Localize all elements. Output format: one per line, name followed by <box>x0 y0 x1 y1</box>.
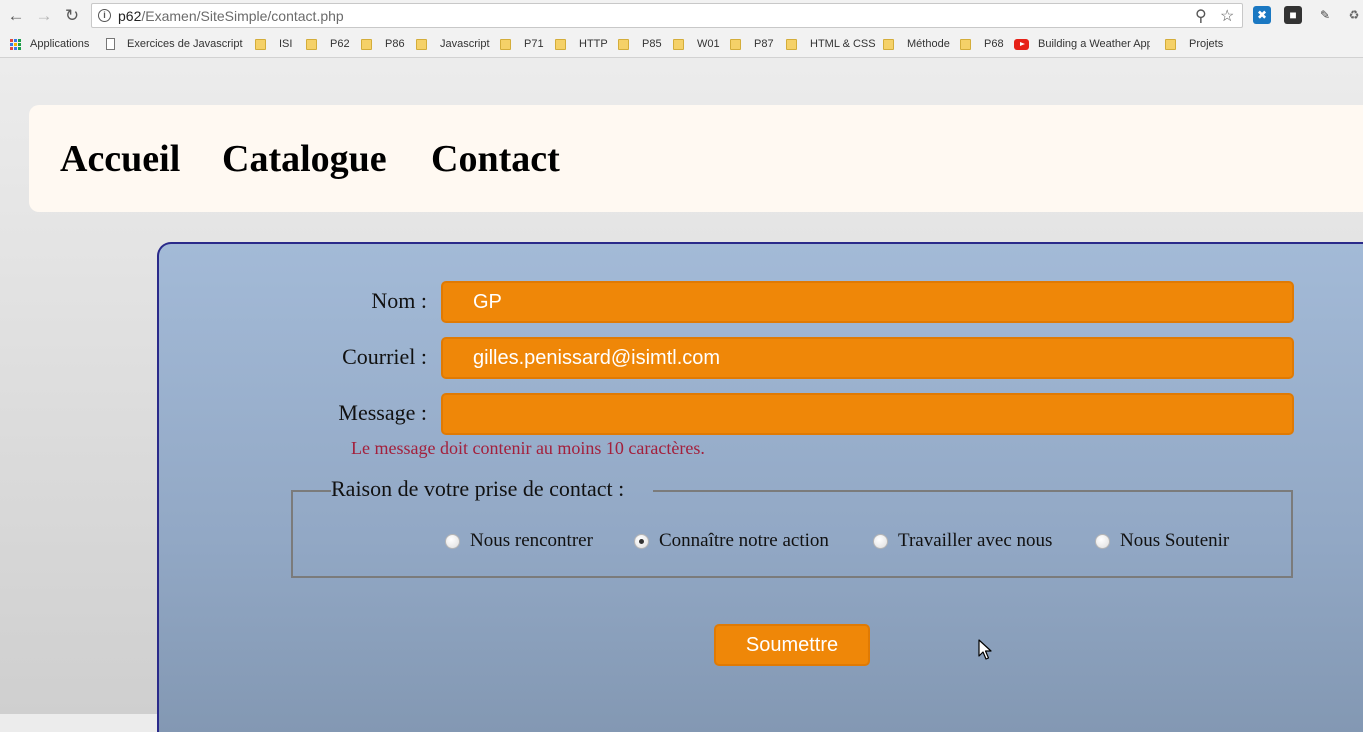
bookmark-label: P62 <box>330 38 350 50</box>
message-error: Le message doit contenir au moins 10 car… <box>351 438 705 458</box>
bookmark-p86[interactable]: P86 <box>361 38 405 50</box>
url-host: p62 <box>118 8 142 24</box>
folder-icon <box>673 38 684 50</box>
folder-icon <box>618 38 629 50</box>
name-input[interactable] <box>441 281 1294 323</box>
name-label-wrap: Nom : <box>329 288 427 318</box>
nav-link-catalogue[interactable]: Catalogue <box>222 139 387 179</box>
bookmark-javascript[interactable]: Javascript <box>416 38 490 50</box>
nav-link-contact[interactable]: Contact <box>431 139 560 179</box>
folder-icon <box>1165 38 1176 50</box>
folder-icon <box>361 38 372 50</box>
bookmark-label: Applications <box>30 38 90 50</box>
zoom-icon[interactable]: ⚲ <box>1195 6 1207 26</box>
back-arrow-icon[interactable]: ← <box>5 5 27 27</box>
recycle-icon[interactable]: ♻ <box>1345 6 1363 24</box>
nav-link-accueil[interactable]: Accueil <box>60 139 180 179</box>
name-label: Nom : <box>371 288 427 313</box>
email-label-wrap: Courriel : <box>329 344 427 374</box>
bookmark-label: HTTP <box>579 38 608 50</box>
url-path: /Examen/SiteSimple/contact.php <box>141 8 344 24</box>
bookmark-label: Projets <box>1189 38 1224 50</box>
contact-form: Nom : Courriel : Message : Le message do… <box>157 242 1363 732</box>
eyedropper-icon[interactable]: ✎ <box>1316 6 1334 24</box>
bookmark-projets[interactable]: Projets <box>1165 38 1223 50</box>
bookmark-isi[interactable]: ISI <box>255 38 292 50</box>
message-label-wrap: Message : <box>329 400 427 430</box>
radio-button[interactable] <box>1095 533 1110 549</box>
mouse-cursor-icon <box>978 639 992 660</box>
folder-icon <box>883 38 894 50</box>
bookmark-label: P87 <box>754 38 774 50</box>
extension-x-icon[interactable]: ✖ <box>1253 6 1271 24</box>
bookmark-p68[interactable]: P68 <box>960 38 1004 50</box>
fieldset-border-left <box>291 490 331 492</box>
bookmark-label: Exercices de Javascript <box>127 38 243 50</box>
bookmark-label: Javascript <box>440 38 490 50</box>
radio-option-travailler[interactable]: Travailler avec nous <box>873 530 1052 552</box>
email-input[interactable] <box>441 337 1294 379</box>
address-bar[interactable]: i p62/Examen/SiteSimple/contact.php ⚲ ☆ <box>91 3 1243 28</box>
url-text[interactable]: p62/Examen/SiteSimple/contact.php <box>118 8 344 24</box>
radio-label: Nous rencontrer <box>470 530 593 551</box>
extension-puzzle-icon[interactable]: ■ <box>1284 6 1302 24</box>
folder-icon <box>500 38 511 50</box>
radio-option-rencontrer[interactable]: Nous rencontrer <box>445 530 593 552</box>
youtube-icon <box>1014 38 1029 50</box>
bookmark-label: HTML & CSS <box>810 38 876 50</box>
bookmark-label: P85 <box>642 38 662 50</box>
bookmark-p71[interactable]: P71 <box>500 38 544 50</box>
radio-option-connaitre[interactable]: Connaître notre action <box>634 530 829 552</box>
bookmark-html-css[interactable]: HTML & CSS <box>786 38 876 50</box>
radio-button[interactable] <box>873 533 888 549</box>
radio-label: Nous Soutenir <box>1120 530 1230 551</box>
bookmark-exercices[interactable]: Exercices de Javascript <box>106 38 243 50</box>
info-icon[interactable]: i <box>98 9 111 22</box>
folder-icon <box>730 38 741 50</box>
bookmark-p62[interactable]: P62 <box>306 38 350 50</box>
browser-toolbar: ← → ↻ i p62/Examen/SiteSimple/contact.ph… <box>0 0 1363 33</box>
reason-legend: Raison de votre prise de contact : <box>331 476 625 501</box>
folder-icon <box>306 38 317 50</box>
star-icon[interactable]: ☆ <box>1220 6 1234 26</box>
bookmark-label: Méthode <box>907 38 950 50</box>
radio-button[interactable] <box>445 533 460 549</box>
folder-icon <box>555 38 566 50</box>
bookmark-p85[interactable]: P85 <box>618 38 662 50</box>
bookmark-label: Building a Weather App <box>1038 38 1150 50</box>
radio-label: Travailler avec nous <box>898 530 1053 551</box>
page-icon <box>106 38 115 50</box>
message-input[interactable] <box>441 393 1294 435</box>
bookmark-label: W01 <box>697 38 720 50</box>
bookmark-http[interactable]: HTTP <box>555 38 608 50</box>
folder-icon <box>255 38 266 50</box>
radio-label: Connaître notre action <box>659 530 829 551</box>
bookmark-weather-app[interactable]: Building a Weather App <box>1014 38 1150 50</box>
bookmark-methode[interactable]: Méthode <box>883 38 950 50</box>
bookmarks-bar: Applications Exercices de Javascript ISI… <box>0 33 1363 58</box>
bookmark-p87[interactable]: P87 <box>730 38 774 50</box>
forward-arrow-icon[interactable]: → <box>33 5 55 27</box>
bookmark-label: P71 <box>524 38 544 50</box>
bookmark-applications[interactable]: Applications <box>10 38 89 50</box>
radio-option-soutenir[interactable]: Nous Soutenir <box>1095 530 1229 552</box>
submit-button[interactable]: Soumettre <box>714 624 870 666</box>
bookmark-label: P86 <box>385 38 405 50</box>
folder-icon <box>416 38 427 50</box>
folder-icon <box>960 38 971 50</box>
bookmark-label: P68 <box>984 38 1004 50</box>
bookmark-label: ISI <box>279 38 293 50</box>
radio-button-checked[interactable] <box>634 533 649 549</box>
folder-icon <box>786 38 797 50</box>
site-header: Accueil Catalogue Contact <box>29 105 1363 212</box>
apps-icon <box>10 38 21 50</box>
reload-icon[interactable]: ↻ <box>61 5 83 27</box>
message-label: Message : <box>338 400 427 425</box>
fieldset-border-right <box>653 490 1293 492</box>
email-label: Courriel : <box>342 344 427 369</box>
bookmark-w01[interactable]: W01 <box>673 38 720 50</box>
